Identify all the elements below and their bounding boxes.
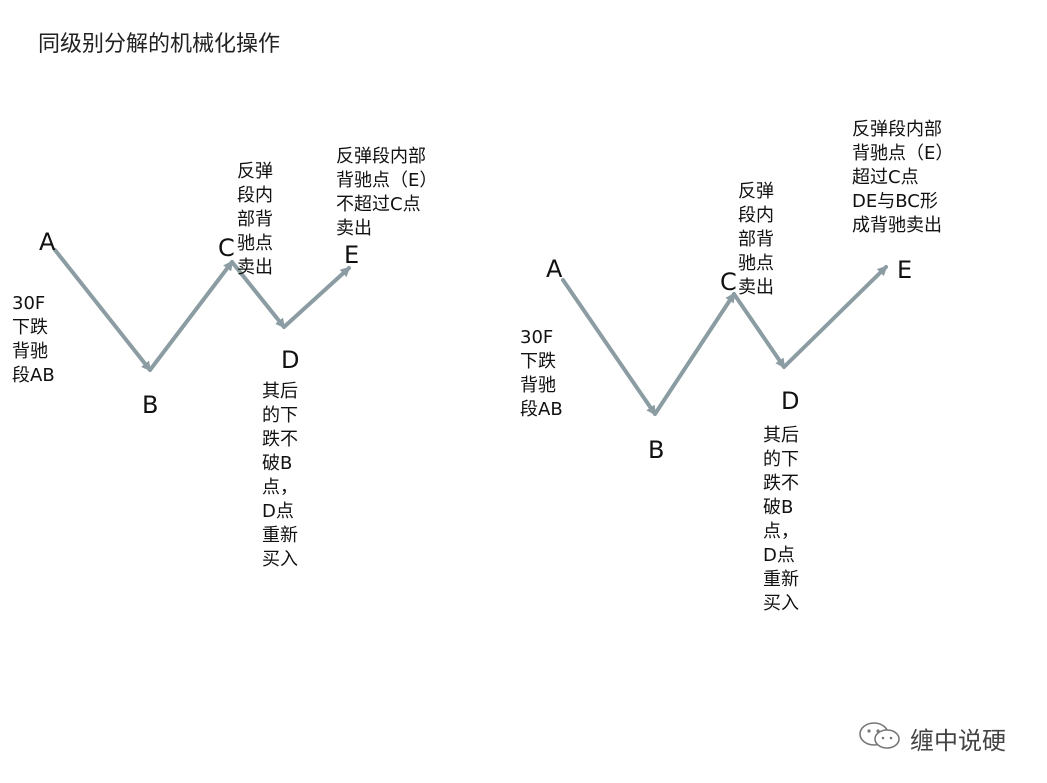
arrow-d-e-2 — [782, 265, 888, 369]
note-d-1: 其后 的下 跌不 破B 点， D点 重新 买入 — [262, 381, 298, 570]
point-a-1: A — [39, 228, 56, 256]
arrow-c-d-2 — [732, 292, 786, 369]
point-d-1: D — [281, 346, 300, 374]
point-e-2: E — [897, 256, 913, 284]
note-d-2: 其后 的下 跌不 破B 点， D点 重新 买入 — [763, 425, 799, 614]
point-b-1: B — [142, 391, 159, 419]
note-c-1: 反弹 段内 部背 驰点 卖出 — [237, 161, 273, 278]
point-e-1: E — [344, 241, 360, 269]
arrow-d-e-1 — [282, 266, 351, 329]
point-b-2: B — [648, 436, 665, 464]
arrow-b-c-2 — [653, 292, 736, 416]
point-d-2: D — [781, 387, 800, 415]
note-c-2: 反弹 段内 部背 驰点 卖出 — [738, 181, 774, 298]
point-a-2: A — [546, 255, 563, 283]
arrow-b-c-1 — [148, 260, 234, 372]
note-e-2: 反弹段内部 背驰点（E） 超过C点 DE与BC形 成背驰卖出 — [852, 119, 954, 236]
watermark-text: 缠中说硬 — [910, 726, 1006, 755]
point-c-1: C — [218, 234, 235, 262]
wechat-icon — [858, 721, 902, 755]
arrow-a-b-1 — [53, 248, 152, 372]
note-ab-2: 30F 下跌 背驰 段AB — [520, 327, 563, 420]
note-ab-1: 30F 下跌 背驰 段AB — [12, 293, 55, 386]
note-e-1: 反弹段内部 背驰点（E） 不超过C点 卖出 — [336, 146, 438, 239]
arrow-a-b-2 — [561, 278, 657, 416]
watermark: 缠中说硬 — [858, 720, 1006, 756]
point-c-2: C — [720, 268, 737, 296]
